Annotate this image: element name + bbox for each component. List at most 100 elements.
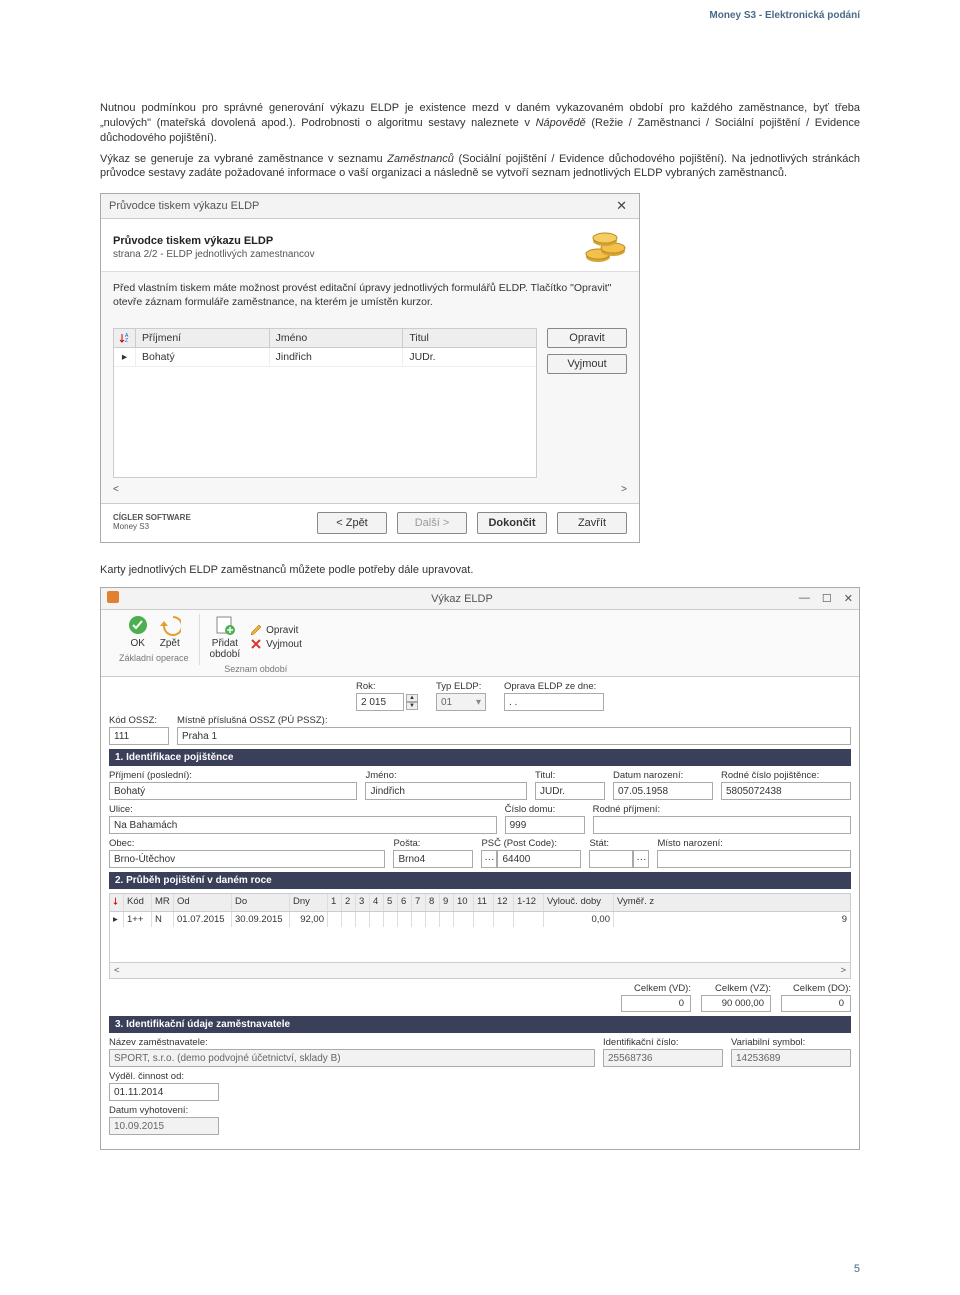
stat-field[interactable]: [589, 850, 633, 868]
col-do[interactable]: Do: [232, 894, 290, 911]
cell: 9: [614, 912, 850, 927]
cell: 01.07.2015: [174, 912, 232, 927]
section-3-bar: 3. Identifikační údaje zaměstnavatele: [109, 1016, 851, 1033]
rc-field[interactable]: 5805072438: [721, 782, 851, 800]
psc-field[interactable]: 64400: [497, 850, 581, 868]
col-m[interactable]: 10: [454, 894, 474, 911]
ok-button[interactable]: OK: [127, 614, 149, 649]
col-m[interactable]: 4: [370, 894, 384, 911]
sort-icon[interactable]: [110, 894, 124, 911]
scroll-right-icon[interactable]: >: [840, 965, 846, 976]
finish-button[interactable]: Dokončit: [477, 512, 547, 534]
col-m[interactable]: 1: [328, 894, 342, 911]
section-1-bar: 1. Identifikace pojištěnce: [109, 749, 851, 766]
col-dny[interactable]: Dny: [290, 894, 328, 911]
close-icon[interactable]: ✕: [612, 198, 631, 214]
wizard-grid[interactable]: AZ Příjmení Jméno Titul ▸ Bohatý Jindřic…: [113, 328, 537, 478]
typ-field[interactable]: 01▾: [436, 693, 486, 711]
paragraph-2: Výkaz se generuje za vybrané zaměstnance…: [100, 152, 860, 182]
psc-lookup-button[interactable]: ···: [481, 850, 497, 868]
prisl-ossz-field[interactable]: Praha 1: [177, 727, 851, 745]
jmeno-label: Jméno:: [365, 770, 527, 781]
obec-field[interactable]: Brno-Útěchov: [109, 850, 385, 868]
remove-button[interactable]: Vyjmout: [547, 354, 627, 374]
scroll-right-icon[interactable]: >: [621, 484, 627, 495]
cinnost-label: Výděl. činnost od:: [109, 1071, 219, 1082]
scroll-left-icon[interactable]: <: [113, 484, 119, 495]
spin-up-icon[interactable]: ▲: [406, 694, 418, 702]
misto-label: Místo narození:: [657, 838, 851, 849]
titul-field[interactable]: JUDr.: [535, 782, 605, 800]
sort-icon[interactable]: AZ: [114, 329, 136, 347]
eldp-window: Výkaz ELDP — ☐ ✕ OK: [100, 587, 860, 1150]
ic-field: 25568736: [603, 1049, 723, 1067]
table-row[interactable]: ▸ 1++ N 01.07.2015 30.09.2015 92,00 0,00…: [110, 912, 850, 927]
minimize-icon[interactable]: —: [799, 592, 810, 605]
posta-field[interactable]: Brno4: [393, 850, 473, 868]
remove-button[interactable]: Vyjmout: [250, 638, 302, 650]
cislo-field[interactable]: 999: [505, 816, 585, 834]
close-icon[interactable]: ✕: [844, 592, 853, 605]
col-mr[interactable]: MR: [152, 894, 174, 911]
jmeno-field[interactable]: Jindřich: [365, 782, 527, 800]
page-number: 5: [854, 1263, 860, 1275]
rc-label: Rodné číslo pojištěnce:: [721, 770, 851, 781]
col-m[interactable]: 1-12: [514, 894, 544, 911]
psc-label: PSČ (Post Code):: [481, 838, 581, 849]
back-button[interactable]: < Zpět: [317, 512, 387, 534]
kod-ossz-field[interactable]: 111: [109, 727, 169, 745]
col-m[interactable]: 6: [398, 894, 412, 911]
vs-label: Variabilní symbol:: [731, 1037, 851, 1048]
maximize-icon[interactable]: ☐: [822, 592, 832, 605]
total-vz-label: Celkem (VZ):: [715, 983, 771, 994]
col-m[interactable]: 7: [412, 894, 426, 911]
vs-field: 14253689: [731, 1049, 851, 1067]
cell-titul: JUDr.: [403, 348, 536, 366]
total-do-value: 0: [781, 995, 851, 1012]
rok-field[interactable]: 2 015: [356, 693, 404, 711]
col-od[interactable]: Od: [174, 894, 232, 911]
back-button[interactable]: Zpět: [159, 614, 181, 649]
col-titul[interactable]: Titul: [403, 329, 536, 347]
col-m[interactable]: 11: [474, 894, 494, 911]
spin-down-icon[interactable]: ▼: [406, 702, 418, 710]
misto-field[interactable]: [657, 850, 851, 868]
add-period-button[interactable]: Přidat období: [210, 614, 241, 660]
rodne-field[interactable]: [593, 816, 851, 834]
doc-header: Money S3 - Elektronická podání: [100, 0, 860, 21]
edit-button[interactable]: Opravit: [250, 624, 302, 636]
col-m[interactable]: 9: [440, 894, 454, 911]
col-m[interactable]: 8: [426, 894, 440, 911]
table-row[interactable]: ▸ Bohatý Jindřich JUDr.: [114, 348, 536, 367]
row-marker-icon: ▸: [114, 348, 136, 366]
brand-label: CÍGLER SOFTWARE Money S3: [113, 514, 191, 532]
nazev-field: SPORT, s.r.o. (demo podvojné účetnictví,…: [109, 1049, 595, 1067]
wizard-intro: Před vlastním tiskem máte možnost provés…: [101, 272, 639, 319]
wizard-window: Průvodce tiskem výkazu ELDP ✕ Průvodce t…: [100, 193, 640, 542]
period-table[interactable]: Kód MR Od Do Dny 1 2 3 4 5 6 7 8 9: [109, 893, 851, 979]
col-kod[interactable]: Kód: [124, 894, 152, 911]
col-jmeno[interactable]: Jméno: [270, 329, 404, 347]
col-prijmeni[interactable]: Příjmení: [136, 329, 270, 347]
col-m[interactable]: 5: [384, 894, 398, 911]
wizard-window-title: Průvodce tiskem výkazu ELDP: [109, 200, 259, 212]
col-m[interactable]: 12: [494, 894, 514, 911]
cinnost-field[interactable]: 01.11.2014: [109, 1083, 219, 1101]
narozeni-field[interactable]: 07.05.1958: [613, 782, 713, 800]
col-m[interactable]: 2: [342, 894, 356, 911]
close-button[interactable]: Zavřít: [557, 512, 627, 534]
edit-button[interactable]: Opravit: [547, 328, 627, 348]
app-icon: [107, 591, 119, 606]
col-vylouc[interactable]: Vylouč. doby: [544, 894, 614, 911]
ulice-field[interactable]: Na Bahamách: [109, 816, 497, 834]
oprava-field[interactable]: . .: [504, 693, 604, 711]
narozeni-label: Datum narození:: [613, 770, 713, 781]
caption-2: Karty jednotlivých ELDP zaměstnanců může…: [100, 563, 860, 578]
stat-lookup-button[interactable]: ···: [633, 850, 649, 868]
total-vz-value: 90 000,00: [701, 995, 771, 1012]
scroll-left-icon[interactable]: <: [114, 965, 120, 976]
col-m[interactable]: 3: [356, 894, 370, 911]
prijmeni-field[interactable]: Bohatý: [109, 782, 357, 800]
ulice-label: Ulice:: [109, 804, 497, 815]
col-vymer[interactable]: Vyměř. z: [614, 894, 850, 911]
